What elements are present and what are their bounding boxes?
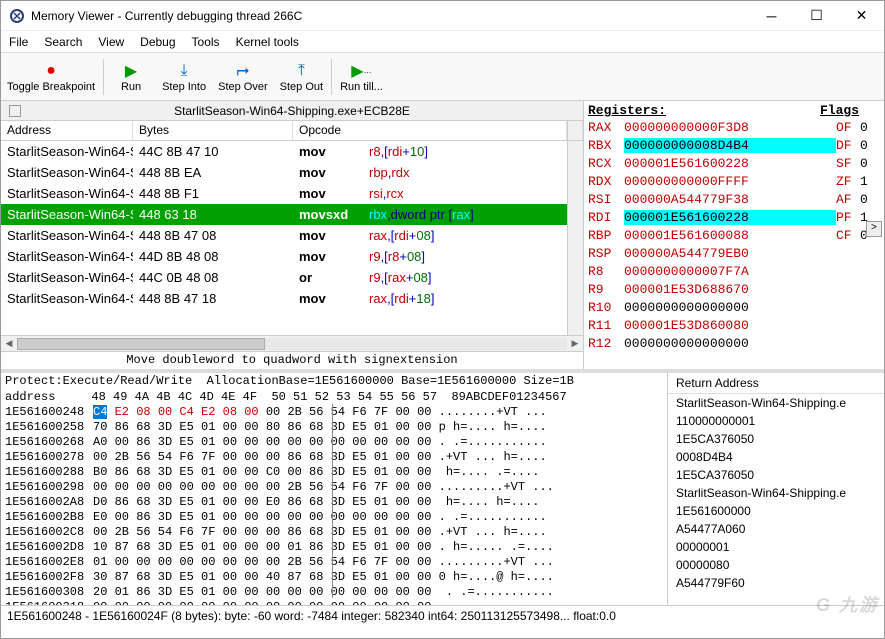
- disasm-row[interactable]: StarlitSeason-Win64-S448 63 18movsxdrbx,…: [1, 204, 567, 225]
- disasm-vscroll[interactable]: [567, 141, 583, 335]
- toolbar: ● Toggle Breakpoint ▶ Run ⤓ Step Into ⮣ …: [1, 53, 884, 101]
- step-out-icon: ⤒: [298, 61, 305, 81]
- flags-header: Flags: [820, 103, 880, 118]
- watermark: G 九游: [816, 591, 879, 617]
- register-row[interactable]: R8 0000000000007F7A: [588, 262, 880, 280]
- hex-column-header: address 48 49 4A 4B 4C 4D 4E 4F 50 51 52…: [1, 389, 667, 405]
- register-row[interactable]: RAX000000000000F3D8OF0: [588, 118, 880, 136]
- col-address[interactable]: Address: [1, 121, 133, 140]
- step-over-icon: ⮣: [236, 61, 249, 81]
- menu-file[interactable]: File: [9, 35, 28, 49]
- hex-row[interactable]: 1E5616002D810 87 68 3D E5 01 00 00 00 01…: [1, 540, 667, 555]
- register-row[interactable]: RSP000000A544779EB0: [588, 244, 880, 262]
- stack-row[interactable]: StarlitSeason-Win64-Shipping.e: [668, 484, 884, 502]
- close-button[interactable]: ✕: [839, 1, 884, 31]
- disasm-row[interactable]: StarlitSeason-Win64-S44C 8B 47 10movr8,[…: [1, 141, 567, 162]
- hex-cursor-line: [332, 404, 333, 598]
- menu-kernel-tools[interactable]: Kernel tools: [236, 35, 299, 49]
- register-row[interactable]: RBP000001E561600088CF0: [588, 226, 880, 244]
- hex-row[interactable]: 1E5616002C800 2B 56 54 F6 7F 00 00 00 86…: [1, 525, 667, 540]
- step-into-button[interactable]: ⤓ Step Into: [156, 59, 212, 95]
- stack-row[interactable]: A54477A060: [668, 520, 884, 538]
- stack-row[interactable]: A544779F60: [668, 574, 884, 592]
- disasm-row[interactable]: StarlitSeason-Win64-S44C 0B 48 08orr9,[r…: [1, 267, 567, 288]
- run-till-button[interactable]: ▶… Run till...: [334, 59, 389, 95]
- hex-row[interactable]: 1E5616002E801 00 00 00 00 00 00 00 00 2B…: [1, 555, 667, 570]
- stack-row[interactable]: 1E561600000: [668, 502, 884, 520]
- hex-row[interactable]: 1E561600288B0 86 68 3D E5 01 00 00 C0 00…: [1, 465, 667, 480]
- status-bar: 1E561600248 - 1E56160024F (8 bytes): byt…: [1, 605, 884, 625]
- hex-row[interactable]: 1E561600268A0 00 86 3D E5 01 00 00 00 00…: [1, 435, 667, 450]
- step-into-icon: ⤓: [181, 61, 188, 81]
- menu-view[interactable]: View: [98, 35, 124, 49]
- stack-row[interactable]: 110000000001: [668, 412, 884, 430]
- scroll-right-icon[interactable]: ▶: [567, 338, 583, 349]
- stack-header: Return Address: [668, 373, 884, 394]
- stack-row[interactable]: 00000001: [668, 538, 884, 556]
- register-row[interactable]: R11000001E53D860080: [588, 316, 880, 334]
- hex-pane[interactable]: Protect:Execute/Read/Write AllocationBas…: [1, 373, 668, 605]
- registers-pane[interactable]: Registers: Flags RAX000000000000F3D8OF0R…: [584, 101, 884, 369]
- hex-row[interactable]: 1E56160030820 01 86 3D E5 01 00 00 00 00…: [1, 585, 667, 600]
- register-row[interactable]: RCX000001E561600228SF0: [588, 154, 880, 172]
- instruction-description: Move doubleword to quadword with signext…: [1, 351, 583, 369]
- stack-row[interactable]: 1E5CA376050: [668, 430, 884, 448]
- col-bytes[interactable]: Bytes: [133, 121, 293, 140]
- menu-debug[interactable]: Debug: [140, 35, 175, 49]
- stack-row[interactable]: 0008D4B4: [668, 448, 884, 466]
- disasm-row[interactable]: StarlitSeason-Win64-S448 8B 47 08movrax,…: [1, 225, 567, 246]
- run-button[interactable]: ▶ Run: [106, 59, 156, 95]
- scroll-left-icon[interactable]: ◀: [1, 338, 17, 349]
- registers-header: Registers:: [588, 103, 820, 118]
- hex-protection-info: Protect:Execute/Read/Write AllocationBas…: [1, 373, 667, 389]
- col-opcode[interactable]: Opcode: [293, 121, 567, 140]
- breakpoint-icon: ●: [46, 61, 56, 81]
- stack-row[interactable]: 1E5CA376050: [668, 466, 884, 484]
- module-header: StarlitSeason-Win64-Shipping.exe+ECB28E: [1, 101, 583, 121]
- disassembly-pane[interactable]: StarlitSeason-Win64-Shipping.exe+ECB28E …: [1, 101, 584, 369]
- toggle-breakpoint-button[interactable]: ● Toggle Breakpoint: [1, 59, 101, 95]
- hex-row[interactable]: 1E5616002F830 87 68 3D E5 01 00 00 40 87…: [1, 570, 667, 585]
- register-row[interactable]: R9 000001E53D688670: [588, 280, 880, 298]
- register-row[interactable]: RBX000000000008D4B4DF0: [588, 136, 880, 154]
- menubar: File Search View Debug Tools Kernel tool…: [1, 31, 884, 53]
- expand-box-icon[interactable]: [9, 105, 21, 117]
- stack-pane[interactable]: Return Address StarlitSeason-Win64-Shipp…: [668, 373, 884, 605]
- hex-row[interactable]: 1E56160031800 00 00 00 00 00 00 00 00 00…: [1, 600, 667, 605]
- disasm-row[interactable]: StarlitSeason-Win64-S44D 8B 48 08movr9,[…: [1, 246, 567, 267]
- register-row[interactable]: RDX000000000000FFFFZF1: [588, 172, 880, 190]
- stack-row[interactable]: 00000080: [668, 556, 884, 574]
- stack-row[interactable]: StarlitSeason-Win64-Shipping.e: [668, 394, 884, 412]
- titlebar: Memory Viewer - Currently debugging thre…: [1, 1, 884, 31]
- disasm-hscroll[interactable]: ◀ ▶: [1, 335, 583, 351]
- more-registers-button[interactable]: >: [866, 221, 882, 237]
- register-row[interactable]: RSI000000A544779F38AF0: [588, 190, 880, 208]
- window-title: Memory Viewer - Currently debugging thre…: [31, 9, 749, 23]
- run-till-icon: ▶…: [351, 61, 371, 81]
- disasm-rows[interactable]: StarlitSeason-Win64-S44C 8B 47 10movr8,[…: [1, 141, 567, 335]
- disasm-row[interactable]: StarlitSeason-Win64-S448 8B 47 18movrax,…: [1, 288, 567, 309]
- hex-row[interactable]: 1E56160025870 86 68 3D E5 01 00 00 80 86…: [1, 420, 667, 435]
- disasm-columns: Address Bytes Opcode: [1, 121, 583, 141]
- hex-row[interactable]: 1E5616002B8E0 00 86 3D E5 01 00 00 00 00…: [1, 510, 667, 525]
- hex-row[interactable]: 1E5616002A8D0 86 68 3D E5 01 00 00 E0 86…: [1, 495, 667, 510]
- step-out-button[interactable]: ⤒ Step Out: [274, 59, 329, 95]
- play-icon: ▶: [125, 61, 137, 81]
- minimize-button[interactable]: ─: [749, 1, 794, 31]
- menu-search[interactable]: Search: [44, 35, 82, 49]
- maximize-button[interactable]: ☐: [794, 1, 839, 31]
- menu-tools[interactable]: Tools: [192, 35, 220, 49]
- step-over-button[interactable]: ⮣ Step Over: [212, 59, 274, 95]
- app-icon: [9, 8, 25, 24]
- register-row[interactable]: RDI000001E561600228PF1: [588, 208, 880, 226]
- hex-row[interactable]: 1E56160029800 00 00 00 00 00 00 00 00 2B…: [1, 480, 667, 495]
- register-row[interactable]: R100000000000000000: [588, 298, 880, 316]
- disasm-row[interactable]: StarlitSeason-Win64-S448 8B EAmovrbp,rdx: [1, 162, 567, 183]
- disasm-row[interactable]: StarlitSeason-Win64-S448 8B F1movrsi,rcx: [1, 183, 567, 204]
- register-row[interactable]: R120000000000000000: [588, 334, 880, 352]
- hex-row[interactable]: 1E561600248C4 E2 08 00 C4 E2 08 00 00 2B…: [1, 405, 667, 420]
- hex-row[interactable]: 1E56160027800 2B 56 54 F6 7F 00 00 00 86…: [1, 450, 667, 465]
